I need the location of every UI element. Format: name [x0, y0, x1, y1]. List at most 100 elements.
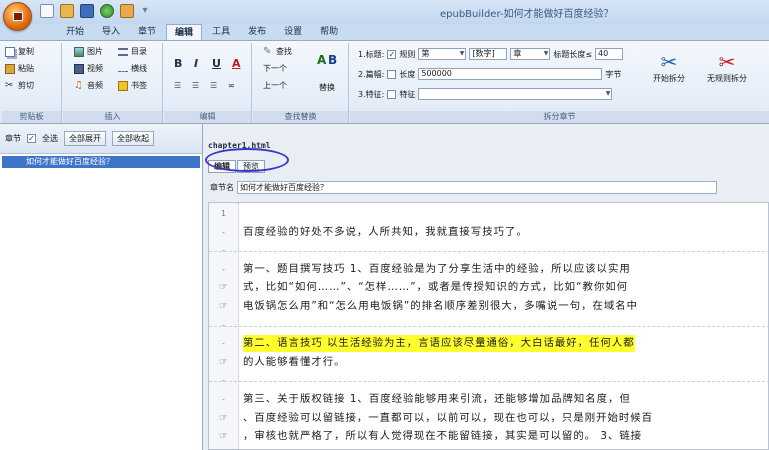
editor-line: 1: [209, 205, 768, 222]
split-row-length: 2.篇幅: 长度 500000 字节: [358, 67, 621, 81]
line-marker: -: [222, 227, 226, 237]
collapse-all-button[interactable]: 全部收起: [112, 131, 154, 146]
insert-group: 图片 目录 视频 横线 ♫ 音频 书签 插入: [63, 43, 163, 123]
publish-web-icon[interactable]: [100, 4, 114, 18]
select-all-label: 全选: [42, 134, 58, 143]
cut-button[interactable]: ✂ 剪切: [5, 79, 34, 92]
no-rule-split-label: 无规则拆分: [707, 74, 747, 83]
chapter-name-input[interactable]: 如何才能做好百度经验？: [237, 181, 717, 194]
tab-edit[interactable]: 编辑: [166, 24, 203, 40]
replace-label: 替换: [319, 83, 335, 92]
length-checkbox[interactable]: [387, 69, 397, 79]
length-input[interactable]: 500000: [418, 68, 603, 80]
copy-button[interactable]: 复制: [5, 45, 34, 58]
underline-button[interactable]: U: [212, 57, 221, 70]
chapter-name-row: 章节名 如何才能做好百度经验？: [210, 181, 717, 194]
insert-audio-label: 音频: [87, 81, 103, 90]
font-color-button[interactable]: A: [232, 57, 241, 70]
text-editor[interactable]: 1- 百度经验的好处不多说，人所共知，我就直接写技巧了。 - - 第一、题目撰写技巧 …: [208, 202, 769, 450]
editor-line: ☞ 、百度经验可以留链接，一直都可以，以前可以，现在也可以，只是刚开始时候百: [209, 410, 768, 427]
find-prev-button[interactable]: 上一个: [263, 79, 287, 92]
feature-checkbox-label: 特征: [399, 89, 416, 99]
red-scissors-icon: ✂: [718, 50, 736, 74]
tab-settings[interactable]: 设置: [276, 24, 310, 40]
rule-prefix-select[interactable]: 第 ▼: [418, 48, 467, 60]
image-icon: [74, 46, 84, 57]
no-rule-split-button[interactable]: ✂ 无规则拆分: [702, 51, 752, 84]
clipboard-group-label: 剪贴板: [2, 111, 61, 123]
find-next-button[interactable]: 下一个: [263, 62, 287, 75]
editor-line-text: 、百度经验可以留链接，一直都可以，以前可以，现在也可以，只是刚开始时候百: [243, 411, 654, 424]
copy-label: 复制: [18, 47, 34, 56]
paste-icon: [5, 63, 15, 74]
align-right-icon[interactable]: ☰: [210, 81, 217, 90]
chapter-label: 章节: [5, 134, 21, 143]
chapter-list-item[interactable]: 如何才能做好百度经验？: [2, 156, 200, 168]
app-menu-button[interactable]: [3, 2, 32, 31]
annotation-ring: [205, 148, 289, 172]
tab-tools[interactable]: 工具: [204, 24, 238, 40]
chevron-down-icon: ▼: [605, 90, 611, 97]
tab-publish[interactable]: 发布: [240, 24, 274, 40]
editor-line-text: 第三、关于版权链接 1、百度经验能够用来引流，还能够增加品牌知名度，但: [243, 393, 631, 405]
replace-icon[interactable]: A B: [315, 49, 341, 79]
feature-checkbox[interactable]: [387, 89, 397, 99]
tab-start[interactable]: 开始: [58, 24, 92, 40]
insert-toc-button[interactable]: 目录: [118, 45, 147, 58]
paste-button[interactable]: 粘贴: [5, 62, 34, 75]
insert-image-button[interactable]: 图片: [74, 45, 103, 58]
insert-separator-button[interactable]: 横线: [118, 62, 147, 75]
editor-line: - 第三、关于版权链接 1、百度经验能够用来引流，还能够增加品牌知名度，但: [209, 391, 768, 408]
insert-audio-button[interactable]: ♫ 音频: [74, 79, 103, 92]
insert-image-label: 图片: [87, 47, 103, 56]
rule-suffix-select[interactable]: 章 ▼: [510, 48, 551, 60]
bold-button[interactable]: B: [174, 57, 182, 70]
wrap-arrow-icon: ☞: [219, 356, 229, 368]
paragraph-separator: [209, 381, 768, 383]
split-title-prefix: 1.标题:: [358, 49, 385, 59]
link-icon[interactable]: ∞: [228, 81, 235, 90]
rule-checkbox-label: 规则: [399, 49, 416, 59]
insert-video-button[interactable]: 视频: [74, 62, 103, 75]
clipboard-group: 复制 粘贴 ✂ 剪切 剪贴板: [2, 43, 62, 123]
insert-bookmark-button[interactable]: 书签: [118, 79, 147, 92]
find-button[interactable]: ✎ 查找: [263, 45, 292, 58]
length-unit-label: 字节: [605, 69, 622, 79]
start-split-label: 开始拆分: [653, 74, 685, 83]
tab-import[interactable]: 导入: [94, 24, 128, 40]
video-icon: [74, 63, 84, 74]
customize-dropdown-icon[interactable]: ▾: [140, 4, 150, 18]
split-row-feature: 3.特征: 特征 ▼: [358, 87, 613, 101]
chapter-name-label: 章节名: [210, 183, 234, 192]
cut-icon: ✂: [5, 79, 14, 91]
find-replace-group: ✎ 查找 下一个 上一个 A B 替换 查找替换: [253, 43, 349, 123]
rule-number-select[interactable]: [数字]: [469, 48, 508, 60]
editor-line-text: 的人能够看懂才行。: [243, 355, 346, 368]
editor-panel: chapter1.html 编辑 预览 章节名 如何才能做好百度经验？ 1- 百…: [204, 124, 769, 450]
start-split-button[interactable]: ✂ 开始拆分: [644, 51, 694, 84]
open-folder-icon[interactable]: [60, 4, 74, 18]
editor-line: ☞ 的人能够看懂才行。: [209, 354, 768, 371]
expand-all-button[interactable]: 全部展开: [64, 131, 106, 146]
tab-help[interactable]: 帮助: [312, 24, 346, 40]
feature-select[interactable]: ▼: [418, 88, 613, 100]
new-file-icon[interactable]: [40, 4, 54, 18]
find-prev-label: 上一个: [263, 81, 287, 90]
select-all-checkbox[interactable]: ✓: [27, 134, 36, 143]
align-left-icon[interactable]: ☰: [174, 81, 181, 90]
split-chapter-group-label: 拆分章节: [350, 111, 769, 123]
replace-button[interactable]: 替换: [319, 81, 335, 94]
tools-icon[interactable]: [120, 4, 134, 18]
line-marker: -: [222, 395, 226, 404]
italic-button[interactable]: I: [194, 57, 198, 70]
editor-line-text: 第二、语言技巧 以生活经验为主，言语应该尽量通俗，大白话最好，任何人都: [243, 335, 635, 353]
chevron-down-icon: ▼: [459, 50, 465, 57]
rule-checkbox[interactable]: ✓: [387, 49, 397, 59]
align-center-icon[interactable]: ☰: [192, 81, 199, 90]
tab-chapter[interactable]: 章节: [130, 24, 164, 40]
save-icon[interactable]: [80, 4, 94, 18]
title-length-label: 标题长度≤: [553, 49, 593, 59]
paste-label: 粘贴: [18, 64, 34, 73]
editor-line: ☞ 式，比如“如何……”、“怎样……”，或者是传授知识的方式，比如“教你如何: [209, 279, 768, 296]
title-length-input[interactable]: 40: [595, 48, 624, 60]
